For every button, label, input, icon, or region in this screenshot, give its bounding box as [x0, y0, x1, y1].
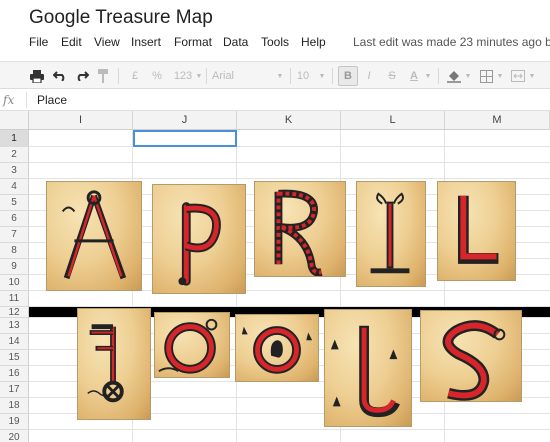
- percent-format-button[interactable]: %: [149, 66, 165, 86]
- column-header-i[interactable]: I: [29, 111, 133, 130]
- letter-tile-a[interactable]: [46, 181, 142, 291]
- row-header-7[interactable]: 7: [0, 227, 29, 243]
- print-icon[interactable]: [28, 66, 46, 86]
- column-header-k[interactable]: K: [237, 111, 341, 130]
- row-gridline: [29, 146, 550, 147]
- borders-icon[interactable]: [478, 66, 494, 86]
- row-header-14[interactable]: 14: [0, 334, 29, 350]
- redo-icon[interactable]: [73, 66, 91, 86]
- formula-bar: fx Place: [0, 90, 550, 111]
- font-size-select[interactable]: 10: [296, 66, 310, 86]
- column-header-l[interactable]: L: [341, 111, 445, 130]
- toolbar: £ % 123 ▼ Arial ▼ 10 ▼ B I S A ▼ ▼ ▼ ▼: [0, 61, 550, 89]
- row-header-5[interactable]: 5: [0, 195, 29, 211]
- letter-tile-l[interactable]: [437, 181, 516, 281]
- strikethrough-button[interactable]: S: [385, 66, 399, 86]
- text-color-button[interactable]: A: [406, 66, 422, 86]
- menu-edit[interactable]: Edit: [61, 35, 82, 49]
- row-header-8[interactable]: 8: [0, 243, 29, 259]
- menu-format[interactable]: Format: [174, 35, 212, 49]
- menu-file[interactable]: File: [29, 35, 48, 49]
- last-edit-notice[interactable]: Last edit was made 23 minutes ago by a: [353, 35, 550, 49]
- letter-tile-r[interactable]: [254, 181, 346, 277]
- row-gridline: [29, 162, 550, 163]
- letter-tile-i[interactable]: [356, 181, 426, 287]
- row-header-20[interactable]: 20: [0, 430, 29, 442]
- row-header-9[interactable]: 9: [0, 259, 29, 275]
- more-formats-button[interactable]: 123: [170, 66, 196, 86]
- chevron-down-icon[interactable]: ▼: [464, 66, 472, 86]
- select-all-corner[interactable]: [0, 111, 29, 130]
- menu-data[interactable]: Data: [223, 35, 248, 49]
- function-icon: fx: [3, 93, 15, 107]
- row-header-2[interactable]: 2: [0, 147, 29, 163]
- chevron-down-icon[interactable]: ▼: [528, 66, 536, 86]
- row-header-16[interactable]: 16: [0, 366, 29, 382]
- letter-tile-s[interactable]: [420, 310, 522, 402]
- selected-cell[interactable]: [133, 130, 237, 147]
- row-header-19[interactable]: 19: [0, 414, 29, 430]
- row-header-12[interactable]: 12: [0, 307, 29, 318]
- document-title[interactable]: Google Treasure Map: [29, 7, 213, 29]
- row-header-15[interactable]: 15: [0, 350, 29, 366]
- row-header-11[interactable]: 11: [0, 291, 29, 307]
- merge-cells-icon[interactable]: [510, 66, 526, 86]
- row-header-4[interactable]: 4: [0, 179, 29, 195]
- column-header-m[interactable]: M: [445, 111, 550, 130]
- column-header-j[interactable]: J: [133, 111, 237, 130]
- chevron-down-icon[interactable]: ▼: [276, 66, 284, 86]
- row-header-17[interactable]: 17: [0, 382, 29, 398]
- row-gridline: [29, 429, 550, 430]
- menu-insert[interactable]: Insert: [131, 35, 161, 49]
- row-header-1[interactable]: 1: [0, 130, 29, 147]
- bold-button[interactable]: B: [338, 66, 358, 86]
- letter-tile-p[interactable]: [152, 184, 246, 294]
- spreadsheet-window: Google Treasure Map File Edit View Inser…: [0, 0, 550, 442]
- menu-bar: File Edit View Insert Format Data Tools …: [0, 35, 550, 55]
- chevron-down-icon[interactable]: ▼: [318, 66, 326, 86]
- letter-tile-l[interactable]: [324, 309, 412, 427]
- row-header-6[interactable]: 6: [0, 211, 29, 227]
- row-header-10[interactable]: 10: [0, 275, 29, 291]
- fill-color-icon[interactable]: [446, 66, 462, 86]
- letter-tile-o[interactable]: [235, 314, 319, 382]
- formula-input[interactable]: Place: [37, 93, 67, 107]
- letter-tile-f[interactable]: [77, 308, 151, 420]
- chevron-down-icon[interactable]: ▼: [196, 66, 203, 86]
- row-header-13[interactable]: 13: [0, 318, 29, 334]
- chevron-down-icon[interactable]: ▼: [424, 66, 432, 86]
- menu-tools[interactable]: Tools: [261, 35, 289, 49]
- undo-icon[interactable]: [51, 66, 69, 86]
- italic-button[interactable]: I: [362, 66, 376, 86]
- menu-help[interactable]: Help: [301, 35, 326, 49]
- font-family-select[interactable]: Arial: [212, 66, 238, 86]
- row-gridline: [29, 178, 550, 179]
- spreadsheet-grid[interactable]: IJKLM123456789101112131415161718192021: [0, 111, 550, 442]
- paint-format-icon[interactable]: [95, 66, 111, 86]
- row-header-18[interactable]: 18: [0, 398, 29, 414]
- chevron-down-icon[interactable]: ▼: [496, 66, 504, 86]
- currency-format-button[interactable]: £: [128, 66, 142, 86]
- letter-tile-o[interactable]: [154, 312, 230, 378]
- row-header-3[interactable]: 3: [0, 163, 29, 179]
- menu-view[interactable]: View: [94, 35, 120, 49]
